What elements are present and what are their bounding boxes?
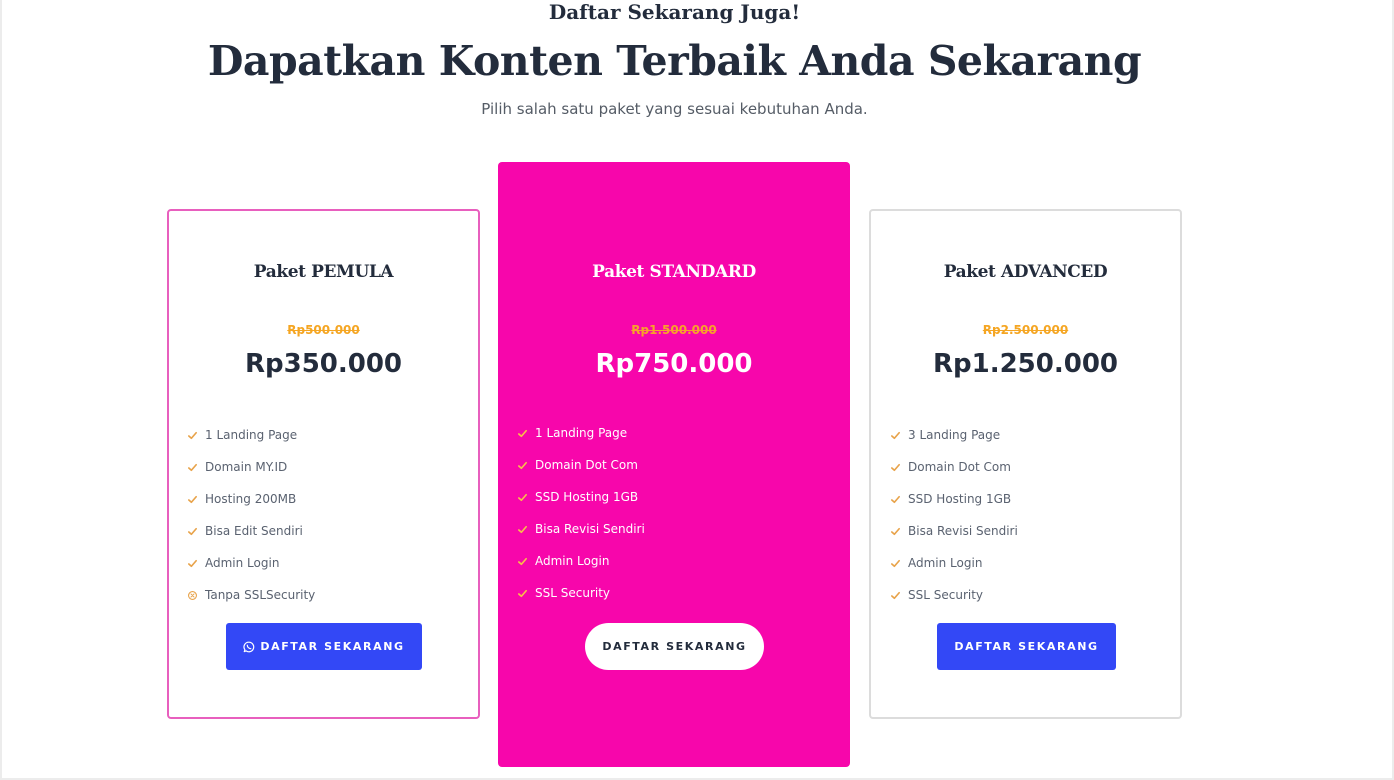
feature-label: Domain Dot Com xyxy=(535,458,638,472)
register-button-label: DAFTAR SEKARANG xyxy=(954,640,1099,653)
feature-item: 1 Landing Page xyxy=(187,419,315,451)
feature-item: Admin Login xyxy=(890,547,1018,579)
feature-item: SSD Hosting 1GB xyxy=(890,483,1018,515)
register-button[interactable]: DAFTAR SEKARANG xyxy=(585,623,764,670)
feature-item: 1 Landing Page xyxy=(517,417,645,449)
feature-list: 1 Landing Page Domain MY.ID Hosting 200M… xyxy=(187,419,315,611)
feature-item: Tanpa SSLSecurity xyxy=(187,579,315,611)
pricing-card-advanced: Paket ADVANCED Rp2.500.000 Rp1.250.000 3… xyxy=(869,209,1182,719)
original-price: Rp500.000 xyxy=(287,323,360,337)
feature-item: Bisa Revisi Sendiri xyxy=(517,513,645,545)
feature-item: SSL Security xyxy=(517,577,645,609)
feature-label: Admin Login xyxy=(205,556,280,570)
feature-label: Bisa Revisi Sendiri xyxy=(908,524,1018,538)
check-icon xyxy=(518,493,527,501)
feature-item: Admin Login xyxy=(187,547,315,579)
register-button[interactable]: DAFTAR SEKARANG xyxy=(226,623,422,670)
check-icon xyxy=(891,527,900,535)
original-price: Rp1.500.000 xyxy=(631,323,717,337)
feature-label: Bisa Edit Sendiri xyxy=(205,524,303,538)
feature-label: SSD Hosting 1GB xyxy=(908,492,1012,506)
plan-price: Rp750.000 xyxy=(595,349,753,379)
x-circle-icon xyxy=(188,590,197,600)
feature-list: 3 Landing Page Domain Dot Com SSD Hostin… xyxy=(890,419,1018,611)
check-icon xyxy=(891,591,900,599)
check-icon xyxy=(188,527,197,535)
feature-label: Hosting 200MB xyxy=(205,492,297,506)
section-headline: Dapatkan Konten Terbaik Anda Sekarang xyxy=(207,37,1142,85)
register-button-label: DAFTAR SEKARANG xyxy=(602,640,747,653)
feature-label: Bisa Revisi Sendiri xyxy=(535,522,645,536)
check-icon xyxy=(891,495,900,503)
section-subtitle: Pilih salah satu paket yang sesuai kebut… xyxy=(481,100,868,118)
check-icon xyxy=(891,463,900,471)
feature-item: Bisa Revisi Sendiri xyxy=(890,515,1018,547)
check-icon xyxy=(188,559,197,567)
plan-name: Paket ADVANCED xyxy=(943,262,1108,282)
feature-label: 1 Landing Page xyxy=(205,428,298,442)
feature-item: Domain Dot Com xyxy=(517,449,645,481)
feature-label: SSD Hosting 1GB xyxy=(535,490,639,504)
feature-item: Admin Login xyxy=(517,545,645,577)
check-icon xyxy=(518,461,527,469)
plan-name: Paket STANDARD xyxy=(592,262,756,282)
feature-label: Admin Login xyxy=(535,554,610,568)
section-kicker: Daftar Sekarang Juga! xyxy=(548,0,801,24)
feature-label: 3 Landing Page xyxy=(908,428,1001,442)
pricing-card-standard: Paket STANDARD Rp1.500.000 Rp750.000 1 L… xyxy=(498,162,850,767)
feature-item: 3 Landing Page xyxy=(890,419,1018,451)
feature-item: SSD Hosting 1GB xyxy=(517,481,645,513)
feature-label: Domain MY.ID xyxy=(205,460,288,474)
feature-label: SSL Security xyxy=(535,586,611,600)
plan-price: Rp350.000 xyxy=(244,349,403,379)
check-icon xyxy=(518,525,527,533)
register-button[interactable]: DAFTAR SEKARANG xyxy=(937,623,1116,670)
register-button-label: DAFTAR SEKARANG xyxy=(260,640,405,653)
whatsapp-icon xyxy=(243,641,255,652)
feature-label: Tanpa SSLSecurity xyxy=(205,588,316,602)
feature-item: Bisa Edit Sendiri xyxy=(187,515,315,547)
check-icon xyxy=(891,431,900,439)
check-icon xyxy=(891,559,900,567)
check-icon xyxy=(518,429,527,437)
feature-label: 1 Landing Page xyxy=(535,426,628,440)
check-icon xyxy=(188,495,197,503)
plan-price: Rp1.250.000 xyxy=(932,349,1119,379)
feature-item: Hosting 200MB xyxy=(187,483,315,515)
pricing-card-pemula: Paket PEMULA Rp500.000 Rp350.000 1 Landi… xyxy=(167,209,480,719)
feature-item: Domain Dot Com xyxy=(890,451,1018,483)
check-icon xyxy=(188,463,197,471)
feature-label: Admin Login xyxy=(908,556,983,570)
feature-item: Domain MY.ID xyxy=(187,451,315,483)
check-icon xyxy=(188,431,197,439)
original-price: Rp2.500.000 xyxy=(982,323,1069,337)
feature-label: Domain Dot Com xyxy=(908,460,1011,474)
plan-name: Paket PEMULA xyxy=(253,262,394,282)
check-icon xyxy=(518,589,527,597)
feature-list: 1 Landing Page Domain Dot Com SSD Hostin… xyxy=(517,417,645,609)
feature-label: SSL Security xyxy=(908,588,984,602)
check-icon xyxy=(518,557,527,565)
feature-item: SSL Security xyxy=(890,579,1018,611)
